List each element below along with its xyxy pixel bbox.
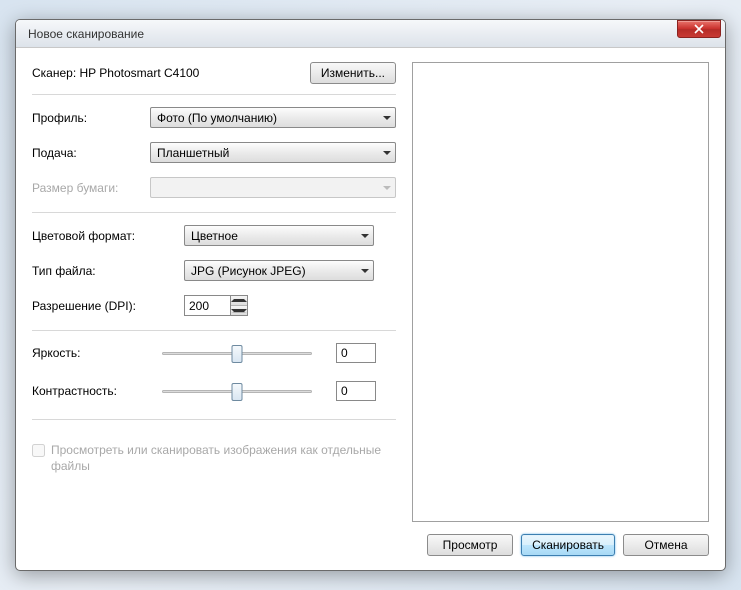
scanner-label: Сканер: HP Photosmart C4100: [32, 66, 310, 80]
dpi-spin-down[interactable]: [231, 306, 247, 315]
chevron-down-icon: [383, 116, 391, 120]
dialog-buttons: Просмотр Сканировать Отмена: [412, 534, 709, 556]
chevron-down-icon: [361, 269, 369, 273]
source-row: Подача: Планшетный: [32, 142, 396, 163]
profile-label: Профиль:: [32, 111, 150, 125]
dialog-window: Новое сканирование Сканер: HP Photosmart…: [15, 19, 726, 571]
dpi-spinbox: [184, 295, 250, 316]
papersize-row: Размер бумаги:: [32, 177, 396, 198]
scanner-label-prefix: Сканер:: [32, 66, 80, 80]
close-icon: [694, 24, 704, 34]
slider-thumb[interactable]: [232, 345, 243, 363]
cancel-button[interactable]: Отмена: [623, 534, 709, 556]
separator: [32, 330, 396, 331]
separate-files-label: Просмотреть или сканировать изображения …: [51, 442, 396, 474]
colorformat-combo[interactable]: Цветное: [184, 225, 374, 246]
scanner-row: Сканер: HP Photosmart C4100 Изменить...: [32, 62, 396, 84]
contrast-slider[interactable]: [162, 381, 312, 401]
close-button[interactable]: [677, 20, 721, 38]
titlebar: Новое сканирование: [16, 20, 725, 48]
preview-button[interactable]: Просмотр: [427, 534, 513, 556]
right-pane: Просмотр Сканировать Отмена: [412, 62, 709, 556]
dpi-spin-up[interactable]: [231, 296, 247, 306]
contrast-row: Контрастность:: [32, 381, 396, 401]
separate-files-checkbox: [32, 444, 45, 457]
source-label: Подача:: [32, 146, 150, 160]
profile-value: Фото (По умолчанию): [157, 111, 277, 125]
filetype-value: JPG (Рисунок JPEG): [191, 264, 306, 278]
brightness-slider[interactable]: [162, 343, 312, 363]
colorformat-row: Цветовой формат: Цветное: [32, 225, 396, 246]
brightness-input[interactable]: [336, 343, 376, 363]
chevron-down-icon: [383, 186, 391, 190]
profile-row: Профиль: Фото (По умолчанию): [32, 107, 396, 128]
dpi-input[interactable]: [184, 295, 230, 316]
colorformat-label: Цветовой формат:: [32, 229, 184, 243]
profile-combo[interactable]: Фото (По умолчанию): [150, 107, 396, 128]
separator: [32, 212, 396, 213]
scanner-name: HP Photosmart C4100: [80, 66, 200, 80]
dpi-spin-buttons: [230, 295, 248, 316]
papersize-combo: [150, 177, 396, 198]
brightness-row: Яркость:: [32, 343, 396, 363]
brightness-label: Яркость:: [32, 346, 162, 360]
scan-button[interactable]: Сканировать: [521, 534, 615, 556]
dialog-content: Сканер: HP Photosmart C4100 Изменить... …: [16, 48, 725, 570]
chevron-down-icon: [383, 151, 391, 155]
slider-thumb[interactable]: [232, 383, 243, 401]
contrast-input[interactable]: [336, 381, 376, 401]
dpi-row: Разрешение (DPI):: [32, 295, 396, 316]
colorformat-value: Цветное: [191, 229, 238, 243]
separator: [32, 419, 396, 420]
dpi-label: Разрешение (DPI):: [32, 299, 184, 313]
change-scanner-button[interactable]: Изменить...: [310, 62, 396, 84]
filetype-label: Тип файла:: [32, 264, 184, 278]
papersize-label: Размер бумаги:: [32, 181, 150, 195]
contrast-label: Контрастность:: [32, 384, 162, 398]
separator: [32, 94, 396, 95]
source-value: Планшетный: [157, 146, 229, 160]
settings-panel: Сканер: HP Photosmart C4100 Изменить... …: [32, 62, 412, 556]
separate-files-row: Просмотреть или сканировать изображения …: [32, 442, 396, 474]
filetype-row: Тип файла: JPG (Рисунок JPEG): [32, 260, 396, 281]
filetype-combo[interactable]: JPG (Рисунок JPEG): [184, 260, 374, 281]
chevron-down-icon: [361, 234, 369, 238]
window-title: Новое сканирование: [28, 27, 677, 41]
source-combo[interactable]: Планшетный: [150, 142, 396, 163]
preview-area: [412, 62, 709, 522]
